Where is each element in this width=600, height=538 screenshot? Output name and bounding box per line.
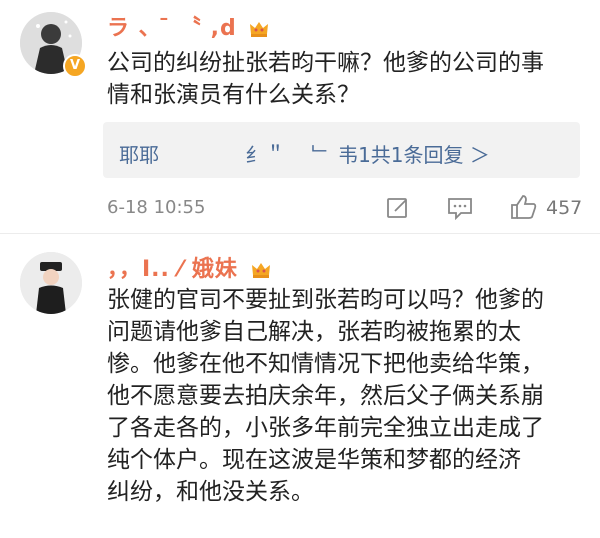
comment-text: 公司的纠纷扯张若昀干嘛？他爹的公司的事 情和张演员有什么关系？ [107, 47, 544, 111]
comment-line: 公司的纠纷扯张若昀干嘛？他爹的公司的事 [107, 50, 544, 76]
comment-line: 纯个体户。现在这波是华策和梦都的经济 [107, 447, 521, 473]
vip-crown-icon [251, 263, 270, 278]
comment-icon[interactable] [447, 196, 473, 220]
like-count: 457 [546, 197, 583, 219]
edit-icon[interactable] [386, 196, 410, 220]
reply-summary-link[interactable]: 耶耶 纟＂ ﹂ 韦1共1条回复 ＞ [119, 139, 490, 168]
username[interactable]: ラ 、 ̄ 〝 ,d [107, 10, 269, 42]
avatar[interactable] [20, 252, 82, 314]
verified-badge-icon: V [63, 54, 87, 78]
comment-line: 纠纷，和他没关系。 [107, 479, 314, 505]
reply-summary-box[interactable]: 耶耶 纟＂ ﹂ 韦1共1条回复 ＞ [103, 122, 580, 178]
comment-line: 了各走各的，小张多年前完全独立出走成了 [107, 415, 544, 441]
vip-crown-icon [250, 22, 269, 37]
comment-text: 张健的官司不要扯到张若昀可以吗？他爹的 问题请他爹自己解决，张若昀被拖累的太 惨… [107, 284, 544, 508]
comment-line: 惨。他爹在他不知情情况下把他卖给华策， [107, 351, 544, 377]
divider [0, 233, 600, 234]
username-text: ，，Ⅰ.. ⁄ 娥妹 [107, 257, 238, 282]
timestamp: 6-18 10:55 [107, 197, 206, 218]
avatar-image [20, 252, 82, 314]
like-icon[interactable] [510, 194, 538, 220]
comment-line: 情和张演员有什么关系？ [107, 82, 360, 108]
comment-line: 问题请他爹自己解决，张若昀被拖累的太 [107, 319, 521, 345]
comment-line: 张健的官司不要扯到张若昀可以吗？他爹的 [107, 287, 544, 313]
username[interactable]: ，，Ⅰ.. ⁄ 娥妹 [107, 251, 271, 283]
comment-line: 他不愿意要去拍庆余年，然后父子俩关系崩 [107, 383, 544, 409]
username-text: ラ 、 ̄ 〝 ,d [107, 16, 237, 41]
